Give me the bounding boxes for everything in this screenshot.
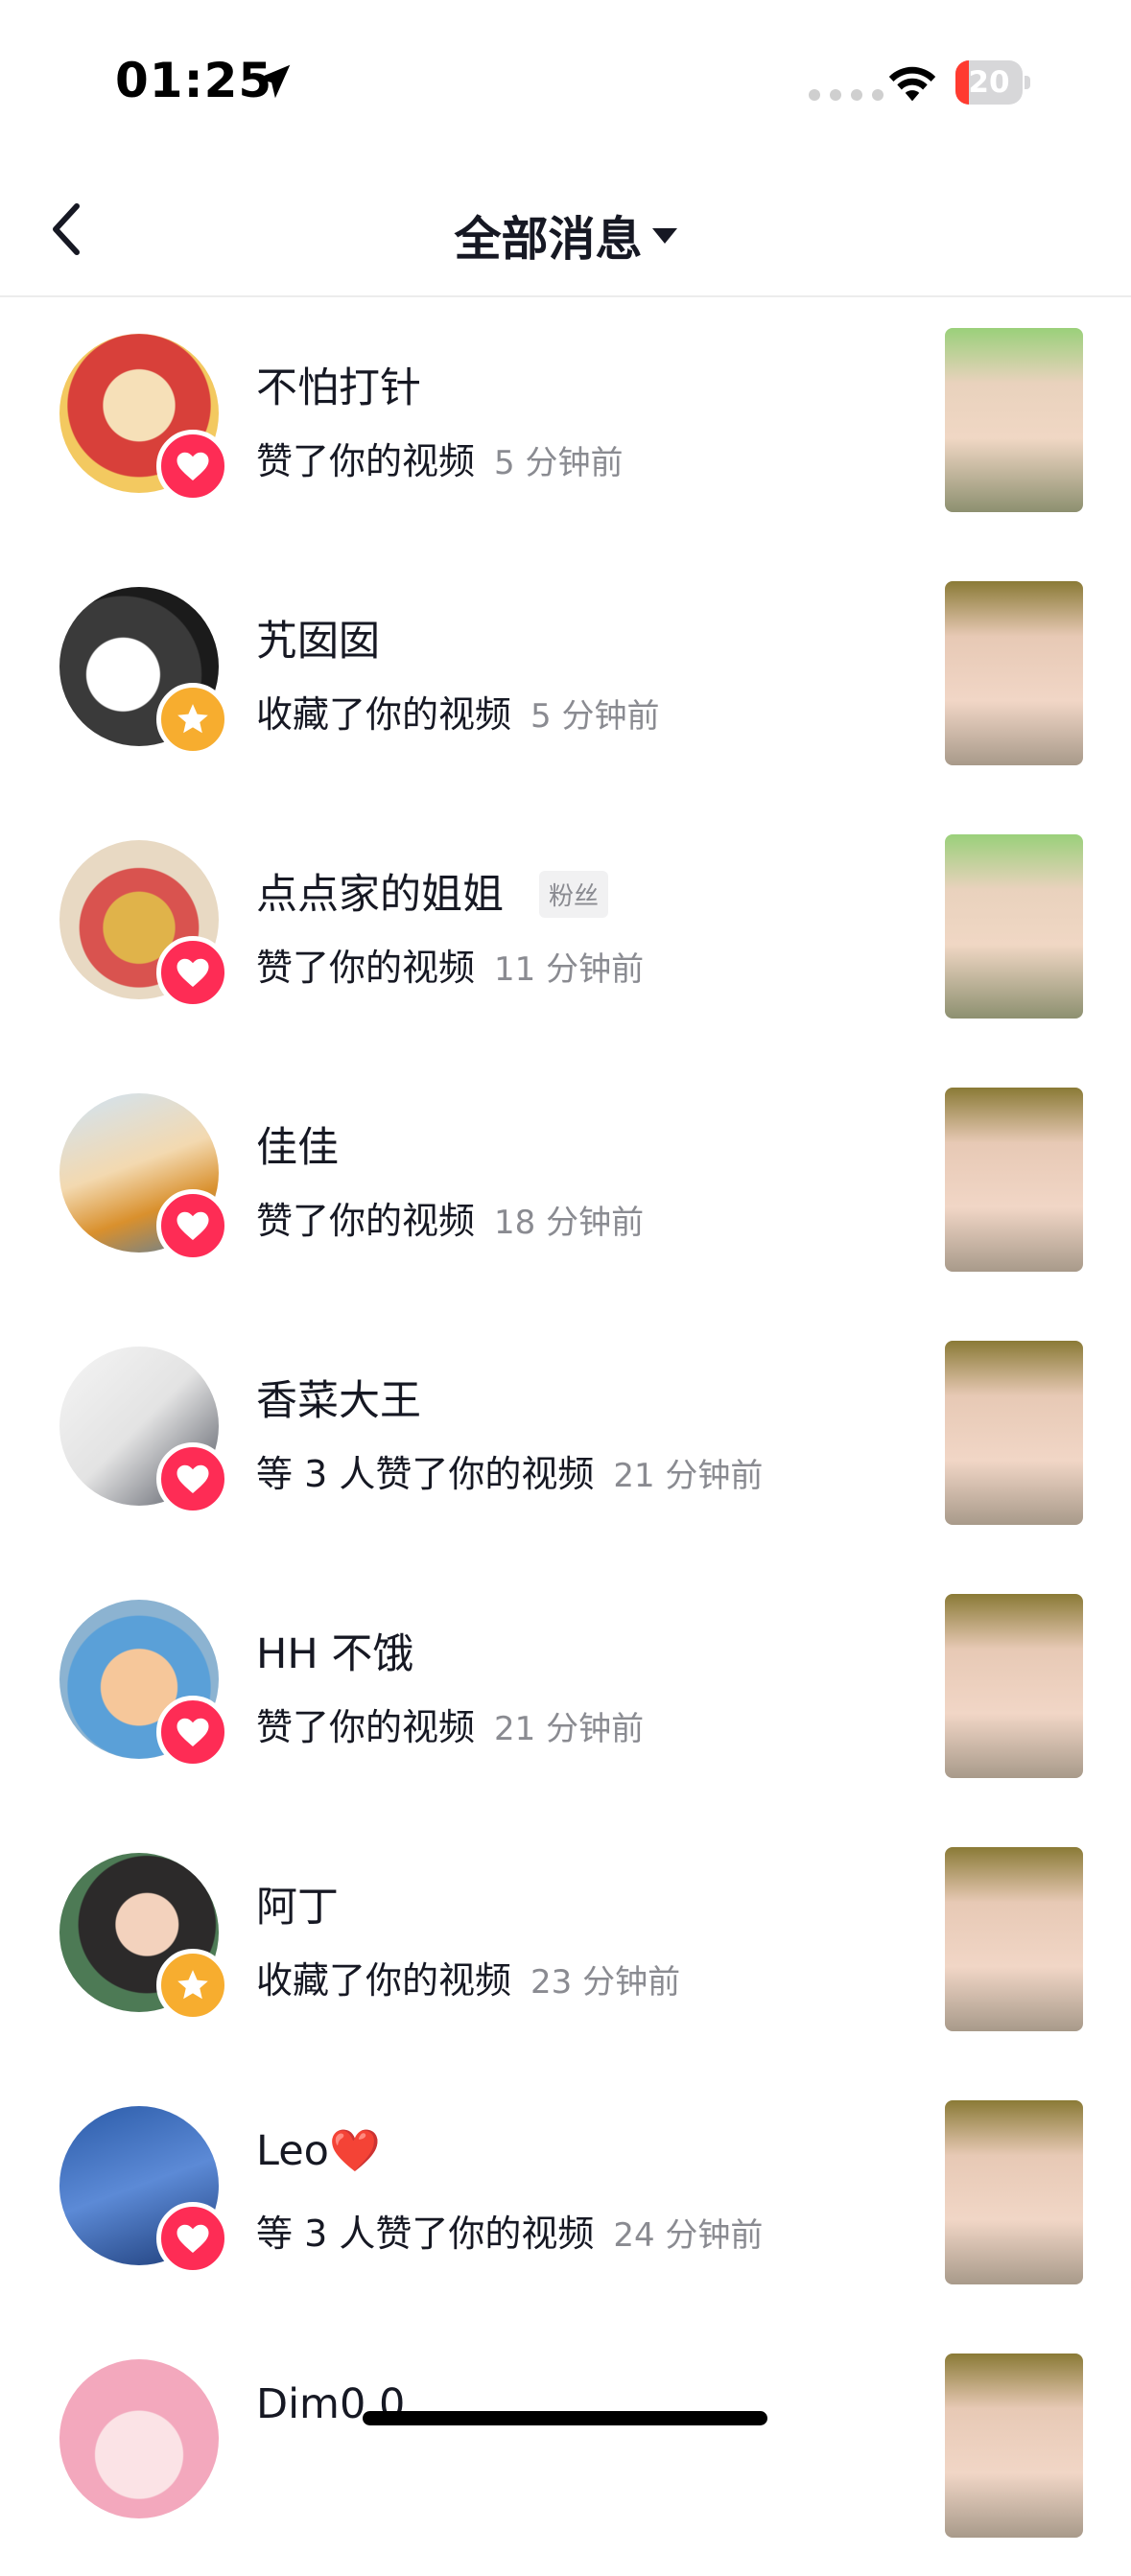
time-ago: 24 分钟前 <box>613 2216 764 2255</box>
video-thumbnail[interactable] <box>945 581 1083 765</box>
user-name[interactable]: 点点家的姐姐 <box>256 861 504 921</box>
cellular-signal-icon <box>809 89 884 101</box>
user-name[interactable]: Leo❤️ <box>256 2127 381 2175</box>
list-item[interactable]: HH 不饿赞了你的视频 21 分钟前 <box>0 1563 1131 1816</box>
star-icon <box>177 1970 208 2000</box>
user-name[interactable]: 艽囡囡 <box>256 608 380 667</box>
user-name[interactable]: 不怕打针 <box>256 355 421 414</box>
video-thumbnail[interactable] <box>945 328 1083 512</box>
favorite-badge <box>156 1949 229 2022</box>
user-name[interactable]: 佳佳 <box>256 1114 339 1174</box>
video-thumbnail[interactable] <box>945 1594 1083 1778</box>
list-item[interactable]: Leo❤️ 等 3 人赞了你的视频 24 分钟前 <box>0 2070 1131 2323</box>
star-icon <box>177 704 208 734</box>
action-text: 赞了你的视频 <box>256 440 476 482</box>
home-indicator[interactable] <box>363 2411 767 2425</box>
action-text: 收藏了你的视频 <box>256 693 512 736</box>
video-thumbnail[interactable] <box>945 1341 1083 1525</box>
status-bar: 01:25 20 <box>0 0 1131 163</box>
user-name[interactable]: HH 不饿 <box>256 1621 413 1680</box>
page-title: 全部消息 <box>454 212 643 267</box>
video-thumbnail[interactable] <box>945 2354 1083 2538</box>
nav-header: 全部消息 <box>0 163 1131 297</box>
notification-text: 等 3 人赞了你的视频 21 分钟前 <box>256 1444 763 1497</box>
time-ago: 21 分钟前 <box>613 1457 764 1495</box>
time-ago: 5 分钟前 <box>530 697 660 736</box>
heart-icon <box>177 958 209 987</box>
user-name[interactable]: 香菜大王 <box>256 1368 421 1427</box>
caret-down-icon <box>651 227 677 244</box>
like-badge <box>156 430 229 503</box>
heart-icon <box>177 1211 209 1240</box>
battery-icon: 20 <box>955 60 1030 105</box>
list-item[interactable]: 佳佳赞了你的视频 18 分钟前 <box>0 1057 1131 1310</box>
list-item[interactable]: Dim0.0 <box>0 2323 1131 2576</box>
heart-icon <box>177 1718 209 1746</box>
user-name[interactable]: 阿丁 <box>256 1874 339 1933</box>
action-text: 赞了你的视频 <box>256 1200 476 1242</box>
list-item[interactable]: 香菜大王等 3 人赞了你的视频 21 分钟前 <box>0 1310 1131 1563</box>
video-thumbnail[interactable] <box>945 2100 1083 2284</box>
like-badge <box>156 2202 229 2275</box>
notification-text: 赞了你的视频 18 分钟前 <box>256 1191 644 1244</box>
heart-icon <box>177 2224 209 2253</box>
video-thumbnail[interactable] <box>945 1088 1083 1272</box>
like-badge <box>156 1442 229 1515</box>
notification-text: 赞了你的视频 11 分钟前 <box>256 938 644 991</box>
time-ago: 21 分钟前 <box>494 1710 645 1748</box>
action-text: 收藏了你的视频 <box>256 1959 512 2002</box>
time-ago: 5 分钟前 <box>494 444 624 482</box>
action-text: 赞了你的视频 <box>256 947 476 989</box>
message-filter-dropdown[interactable]: 全部消息 <box>0 201 1131 269</box>
like-badge <box>156 1696 229 1768</box>
location-arrow-icon <box>256 64 291 99</box>
notification-text: 收藏了你的视频 5 分钟前 <box>256 685 659 738</box>
list-item[interactable]: 艽囡囡收藏了你的视频 5 分钟前 <box>0 550 1131 804</box>
action-text: 等 3 人赞了你的视频 <box>256 1453 595 1495</box>
time-ago: 18 分钟前 <box>494 1204 645 1242</box>
battery-level: 20 <box>968 65 1010 100</box>
action-text: 赞了你的视频 <box>256 1706 476 1748</box>
status-time: 01:25 <box>115 53 273 108</box>
favorite-badge <box>156 683 229 756</box>
list-item[interactable]: 点点家的姐姐 粉丝赞了你的视频 11 分钟前 <box>0 804 1131 1057</box>
action-text: 等 3 人赞了你的视频 <box>256 2213 595 2255</box>
like-badge <box>156 1189 229 1262</box>
time-ago: 11 分钟前 <box>494 950 645 989</box>
heart-icon <box>177 452 209 480</box>
heart-icon <box>177 1464 209 1493</box>
notification-text: 赞了你的视频 21 分钟前 <box>256 1698 644 1750</box>
notification-text: 赞了你的视频 5 分钟前 <box>256 432 623 484</box>
like-badge <box>156 936 229 1009</box>
wifi-icon <box>888 66 936 102</box>
time-ago: 23 分钟前 <box>530 1963 681 2002</box>
avatar[interactable] <box>59 2359 219 2518</box>
notification-text: 收藏了你的视频 23 分钟前 <box>256 1951 680 2003</box>
list-item[interactable]: 不怕打针赞了你的视频 5 分钟前 <box>0 297 1131 550</box>
notification-text: 等 3 人赞了你的视频 24 分钟前 <box>256 2204 763 2257</box>
video-thumbnail[interactable] <box>945 1847 1083 2031</box>
list-item[interactable]: 阿丁收藏了你的视频 23 分钟前 <box>0 1816 1131 2070</box>
fan-tag: 粉丝 <box>539 871 609 918</box>
video-thumbnail[interactable] <box>945 834 1083 1019</box>
